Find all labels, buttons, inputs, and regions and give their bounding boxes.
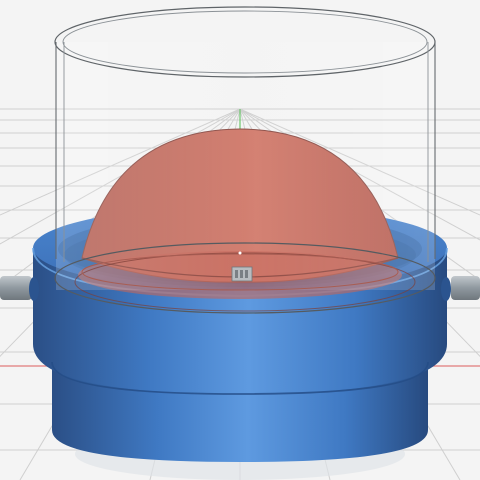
cad-viewport[interactable] (0, 0, 480, 480)
side-knob-left[interactable] (29, 277, 39, 301)
3d-scene[interactable] (0, 0, 480, 480)
side-knob-right[interactable] (441, 277, 451, 301)
